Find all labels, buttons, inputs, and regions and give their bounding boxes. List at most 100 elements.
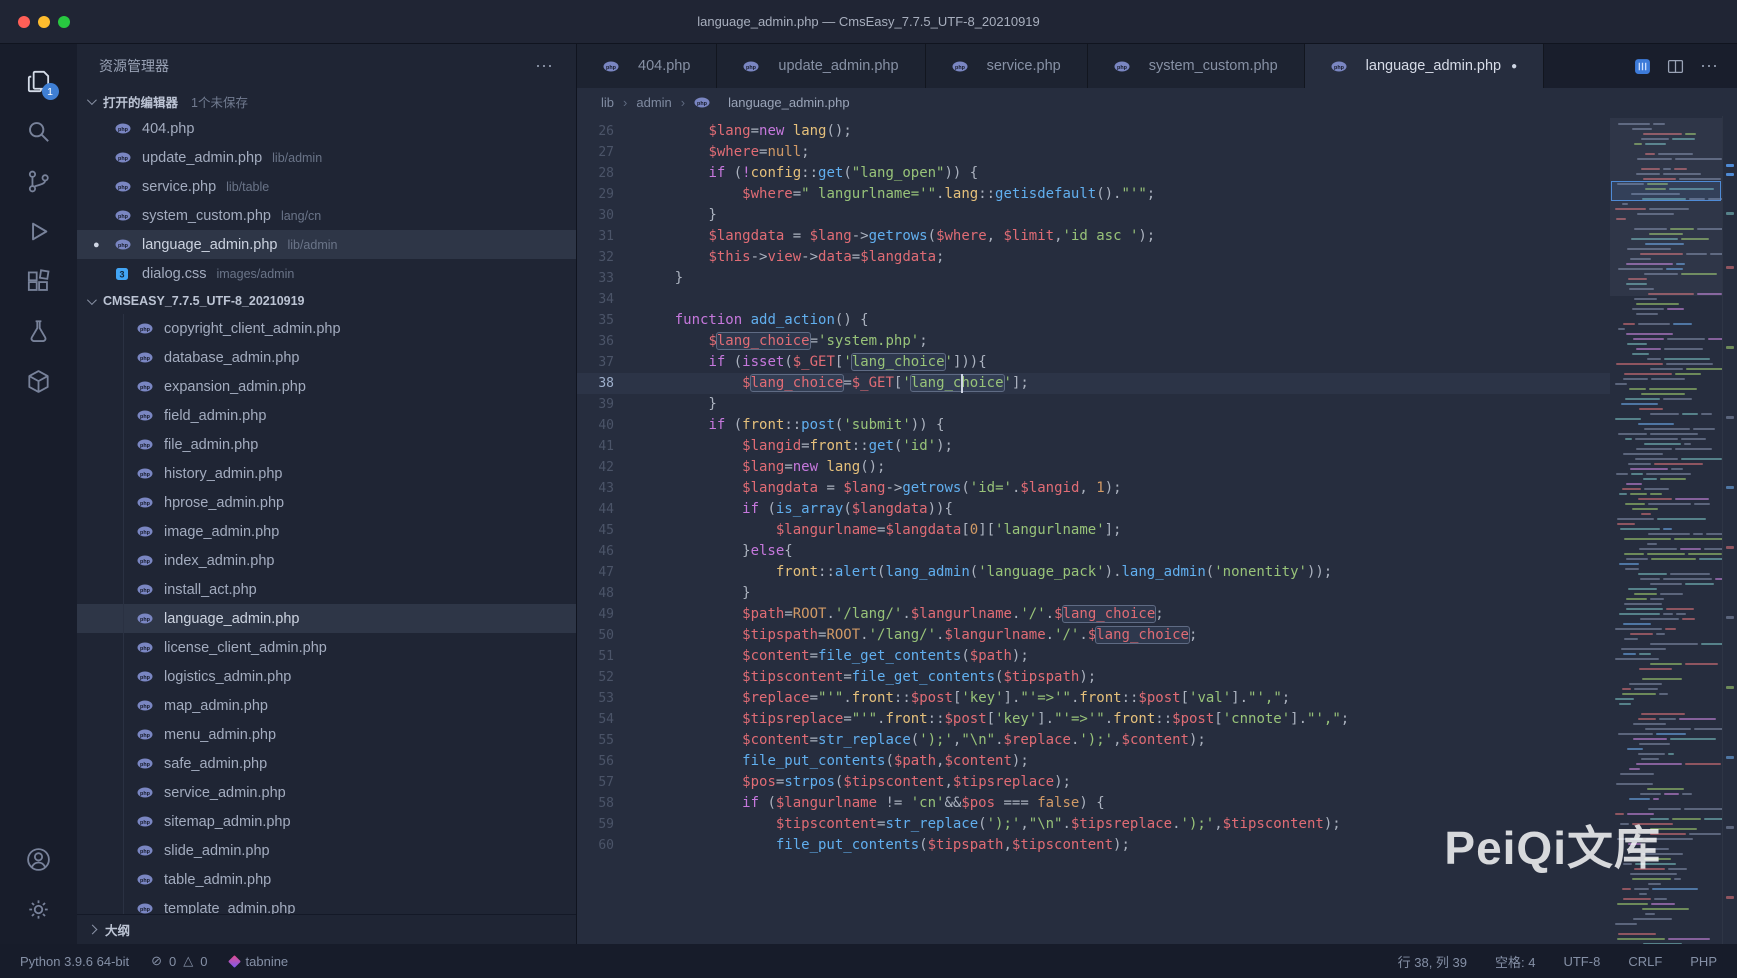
line-number[interactable]: 34 xyxy=(577,289,641,310)
file-tree-item[interactable]: php safe_admin.php xyxy=(77,749,576,778)
line-number[interactable]: 35 xyxy=(577,310,641,331)
minimize-window-button[interactable] xyxy=(38,16,50,28)
line-number[interactable]: 44 xyxy=(577,499,641,520)
file-tree-item[interactable]: php slide_admin.php xyxy=(77,836,576,865)
line-number[interactable]: 37 xyxy=(577,352,641,373)
code-line[interactable]: 39 } xyxy=(577,394,1610,415)
more-actions-icon[interactable]: ⋯ xyxy=(1700,56,1719,77)
code-line[interactable]: 40 if (front::post('submit')) { xyxy=(577,415,1610,436)
file-tree-item[interactable]: php install_act.php xyxy=(77,575,576,604)
language-mode-status-item[interactable]: PHP xyxy=(1690,954,1717,969)
code-line[interactable]: 29 $where=" langurlname='".lang::getisde… xyxy=(577,184,1610,205)
line-number[interactable]: 26 xyxy=(577,121,641,142)
file-tree-item[interactable]: php license_client_admin.php xyxy=(77,633,576,662)
line-number[interactable]: 42 xyxy=(577,457,641,478)
open-editors-section-header[interactable]: 打开的编辑器 1个未保存 xyxy=(77,88,576,114)
code-line[interactable]: 28 if (!config::get("lang_open")) { xyxy=(577,163,1610,184)
code-line[interactable]: 30 } xyxy=(577,205,1610,226)
package-icon[interactable] xyxy=(15,356,63,406)
code-line[interactable]: 36 $lang_choice='system.php'; xyxy=(577,331,1610,352)
code-line[interactable]: 50 $tipspath=ROOT.'/lang/'.$langurlname.… xyxy=(577,625,1610,646)
file-tree-item[interactable]: php image_admin.php xyxy=(77,517,576,546)
cursor-position-status-item[interactable]: 行 38, 列 39 xyxy=(1398,952,1467,971)
tab-404.php[interactable]: php 404.php xyxy=(577,44,718,88)
file-tree-item[interactable]: php file_admin.php xyxy=(77,430,576,459)
line-number[interactable]: 47 xyxy=(577,562,641,583)
line-number[interactable]: 39 xyxy=(577,394,641,415)
breadcrumb-item[interactable]: lib xyxy=(601,95,614,110)
line-number[interactable]: 43 xyxy=(577,478,641,499)
code-line[interactable]: 31 $langdata = $lang->getrows($where, $l… xyxy=(577,226,1610,247)
code-line[interactable]: 33 } xyxy=(577,268,1610,289)
tab-language_admin.php[interactable]: php language_admin.php ● xyxy=(1304,44,1545,88)
extension-action-icon[interactable] xyxy=(1634,58,1651,75)
line-number[interactable]: 51 xyxy=(577,646,641,667)
breadcrumb-item[interactable]: php language_admin.php xyxy=(694,95,850,110)
close-window-button[interactable] xyxy=(18,16,30,28)
code-line[interactable]: 52 $tipscontent=file_get_contents($tipsp… xyxy=(577,667,1610,688)
explorer-icon[interactable]: 1 xyxy=(15,56,63,106)
code-line[interactable]: 26 $lang=new lang(); xyxy=(577,121,1610,142)
file-tree-item[interactable]: php language_admin.php xyxy=(77,604,576,633)
code-line[interactable]: 45 $langurlname=$langdata[0]['langurlnam… xyxy=(577,520,1610,541)
encoding-status-item[interactable]: UTF-8 xyxy=(1563,954,1600,969)
source-control-icon[interactable] xyxy=(15,156,63,206)
eol-status-item[interactable]: CRLF xyxy=(1628,954,1662,969)
open-editor-item[interactable]: ● php language_admin.php lib/admin xyxy=(77,230,576,259)
testing-icon[interactable] xyxy=(15,306,63,356)
tabnine-status-item[interactable]: tabnine xyxy=(227,953,288,969)
file-tree-item[interactable]: php logistics_admin.php xyxy=(77,662,576,691)
code-line[interactable]: 57 $pos=strpos($tipscontent,$tipsreplace… xyxy=(577,772,1610,793)
code-line[interactable]: 54 $tipsreplace="'".front::$post['key'].… xyxy=(577,709,1610,730)
file-tree-item[interactable]: php index_admin.php xyxy=(77,546,576,575)
code-line[interactable]: 59 $tipscontent=str_replace(');',"\n".$t… xyxy=(577,814,1610,835)
code-line[interactable]: 32 $this->view->data=$langdata; xyxy=(577,247,1610,268)
outline-section-header[interactable]: 大纲 xyxy=(77,914,576,944)
code-line[interactable]: 49 $path=ROOT.'/lang/'.$langurlname.'/'.… xyxy=(577,604,1610,625)
split-editor-icon[interactable] xyxy=(1667,58,1684,75)
code-line[interactable]: 58 if ($langurlname != 'cn'&&$pos === fa… xyxy=(577,793,1610,814)
zoom-window-button[interactable] xyxy=(58,16,70,28)
line-number[interactable]: 28 xyxy=(577,163,641,184)
indentation-status-item[interactable]: 空格: 4 xyxy=(1495,952,1535,971)
line-number[interactable]: 30 xyxy=(577,205,641,226)
breadcrumb-item[interactable]: admin xyxy=(636,95,671,110)
settings-icon[interactable] xyxy=(15,884,63,934)
line-number[interactable]: 58 xyxy=(577,793,641,814)
line-number[interactable]: 41 xyxy=(577,436,641,457)
code-line[interactable]: 34 xyxy=(577,289,1610,310)
line-number[interactable]: 50 xyxy=(577,625,641,646)
file-tree-item[interactable]: php template_admin.php xyxy=(77,894,576,914)
open-editor-item[interactable]: 3 dialog.css images/admin xyxy=(77,259,576,288)
extensions-icon[interactable] xyxy=(15,256,63,306)
file-tree-item[interactable]: php service_admin.php xyxy=(77,778,576,807)
code-line[interactable]: 27 $where=null; xyxy=(577,142,1610,163)
tab-system_custom.php[interactable]: php system_custom.php xyxy=(1087,44,1305,88)
line-number[interactable]: 59 xyxy=(577,814,641,835)
file-tree-item[interactable]: php hprose_admin.php xyxy=(77,488,576,517)
open-editor-item[interactable]: php update_admin.php lib/admin xyxy=(77,143,576,172)
code-line[interactable]: 35 function add_action() { xyxy=(577,310,1610,331)
file-tree-item[interactable]: php map_admin.php xyxy=(77,691,576,720)
file-tree-item[interactable]: php sitemap_admin.php xyxy=(77,807,576,836)
code-line[interactable]: 48 } xyxy=(577,583,1610,604)
open-editor-item[interactable]: php 404.php xyxy=(77,114,576,143)
tab-service.php[interactable]: php service.php xyxy=(925,44,1088,88)
line-number[interactable]: 32 xyxy=(577,247,641,268)
problems-status-item[interactable]: ⊘ 0 △ 0 xyxy=(151,953,207,969)
code-line[interactable]: 44 if (is_array($langdata)){ xyxy=(577,499,1610,520)
code-line[interactable]: 51 $content=file_get_contents($path); xyxy=(577,646,1610,667)
line-number[interactable]: 33 xyxy=(577,268,641,289)
minimap[interactable] xyxy=(1610,116,1722,944)
line-number[interactable]: 60 xyxy=(577,835,641,856)
line-number[interactable]: 38 xyxy=(577,373,641,394)
code-line[interactable]: 42 $lang=new lang(); xyxy=(577,457,1610,478)
code-line[interactable]: 46 }else{ xyxy=(577,541,1610,562)
line-number[interactable]: 52 xyxy=(577,667,641,688)
line-number[interactable]: 53 xyxy=(577,688,641,709)
run-debug-icon[interactable] xyxy=(15,206,63,256)
line-number[interactable]: 57 xyxy=(577,772,641,793)
code-line[interactable]: 53 $replace="'".front::$post['key']."'=>… xyxy=(577,688,1610,709)
line-number[interactable]: 45 xyxy=(577,520,641,541)
tab-update_admin.php[interactable]: php update_admin.php xyxy=(717,44,926,88)
